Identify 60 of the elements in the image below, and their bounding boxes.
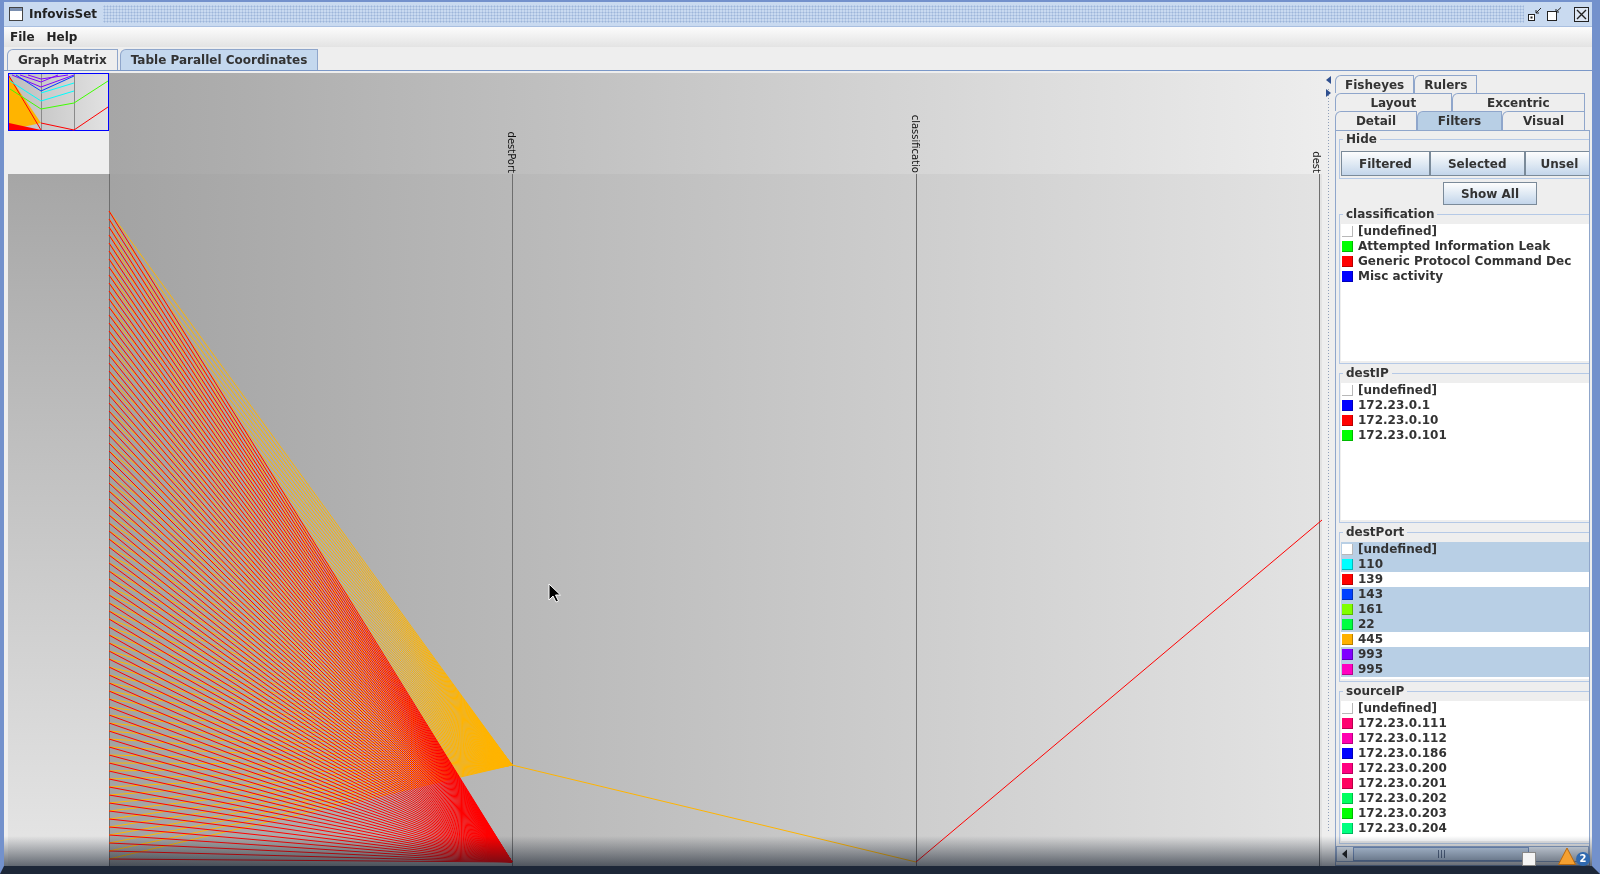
menu-item[interactable]: File: [4, 30, 41, 44]
close-icon[interactable]: [1574, 6, 1589, 22]
list-item[interactable]: 172.23.0.10: [1341, 413, 1589, 428]
minimize-icon[interactable]: [1528, 6, 1543, 22]
list-item[interactable]: 445: [1341, 632, 1589, 647]
list-item[interactable]: [undefined]: [1341, 224, 1589, 239]
list-item[interactable]: 993: [1341, 647, 1589, 662]
list-item[interactable]: 139: [1341, 572, 1589, 587]
group-title: classification: [1345, 207, 1436, 221]
hide-button[interactable]: Unsel: [1524, 151, 1589, 176]
tab[interactable]: Filters: [1416, 111, 1503, 130]
list-item[interactable]: 143: [1341, 587, 1589, 602]
axis-label[interactable]: classificatio: [910, 114, 921, 173]
tab[interactable]: Fisheyes: [1335, 75, 1415, 93]
list-item[interactable]: Misc activity: [1341, 269, 1589, 284]
list-item[interactable]: 172.23.0.200: [1341, 761, 1589, 776]
mouse-cursor-icon: [548, 583, 561, 603]
list-item[interactable]: 172.23.0.1: [1341, 398, 1589, 413]
list-item[interactable]: 172.23.0.101: [1341, 428, 1589, 443]
group-title: sourceIP: [1345, 684, 1406, 698]
scroll-thumb[interactable]: [1353, 847, 1529, 861]
list-item[interactable]: [undefined]: [1341, 383, 1589, 398]
group-title: destPort: [1345, 525, 1406, 539]
tab[interactable]: Layout: [1335, 93, 1452, 111]
tab[interactable]: Graph Matrix: [7, 49, 118, 70]
tab[interactable]: Detail: [1335, 111, 1417, 130]
list-item[interactable]: 172.23.0.186: [1341, 746, 1589, 761]
tab[interactable]: Rulers: [1414, 75, 1478, 93]
list-item[interactable]: 172.23.0.111: [1341, 716, 1589, 731]
list-item[interactable]: [undefined]: [1341, 701, 1589, 716]
list-item[interactable]: 172.23.0.203: [1341, 806, 1589, 821]
list-item[interactable]: 161: [1341, 602, 1589, 617]
list-item[interactable]: Generic Protocol Command Dec: [1341, 254, 1589, 269]
list-item[interactable]: 995: [1341, 662, 1589, 677]
list-item[interactable]: 172.23.0.112: [1341, 731, 1589, 746]
list-item[interactable]: [undefined]: [1341, 542, 1589, 557]
right-arrow-icon[interactable]: [1325, 89, 1331, 97]
group-title: destIP: [1345, 366, 1390, 380]
horizontal-scrollbar[interactable]: [1336, 846, 1589, 862]
square-icon[interactable]: [1522, 852, 1536, 866]
axis-label[interactable]: dest: [1311, 151, 1322, 173]
window-icon: [9, 7, 23, 21]
group-title: Hide: [1345, 132, 1378, 146]
list-item[interactable]: 110: [1341, 557, 1589, 572]
list-item[interactable]: 22: [1341, 617, 1589, 632]
list-item[interactable]: 172.23.0.202: [1341, 791, 1589, 806]
window-title: InfovisSet: [29, 7, 98, 21]
list-item[interactable]: 172.23.0.201: [1341, 776, 1589, 791]
list-item[interactable]: 172.23.0.204: [1341, 821, 1589, 836]
left-arrow-icon[interactable]: [1325, 76, 1331, 84]
hide-button[interactable]: Filtered: [1341, 151, 1430, 176]
tab[interactable]: Excentric: [1451, 93, 1585, 111]
hide-button[interactable]: Selected: [1429, 151, 1525, 176]
menu-item[interactable]: Help: [40, 30, 84, 44]
tab[interactable]: Visual: [1502, 111, 1585, 130]
maximize-icon[interactable]: [1547, 6, 1562, 22]
show-all-button[interactable]: Show All: [1443, 182, 1537, 205]
axis-label[interactable]: destPort: [506, 131, 517, 173]
list-item[interactable]: Attempted Information Leak: [1341, 239, 1589, 254]
tab[interactable]: Table Parallel Coordinates: [119, 49, 319, 70]
